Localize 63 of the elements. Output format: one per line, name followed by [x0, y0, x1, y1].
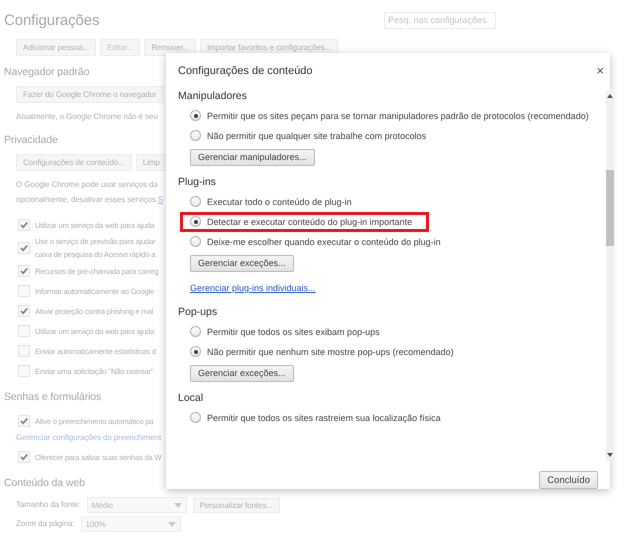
radio-button[interactable] [190, 196, 201, 208]
section-heading: Conteúdo da web [4, 477, 85, 489]
radio-option[interactable]: Permitir que todos os sites exibam pop-ups [190, 324, 380, 339]
section-heading: Senhas e formulários [4, 391, 102, 403]
checkbox[interactable] [18, 365, 30, 377]
section-heading: Local [178, 392, 204, 404]
manage-button[interactable]: Gerenciar manipuladores... [190, 148, 315, 166]
radio-button[interactable] [190, 412, 201, 424]
description-text: O Google Chrome pode usar serviços da opcionalmente, desativar esses serviços. [16, 180, 158, 204]
settings-button[interactable]: Remover... [144, 39, 196, 56]
dialog-title: Configurações de conteúdo [178, 64, 313, 77]
dropdown[interactable]: Médio [86, 497, 187, 513]
done-button[interactable]: Concluído [539, 471, 598, 489]
radio-option[interactable]: Permitir que os sites peçam para se tornar manipuladores padrão de protocolos (recomendado) [190, 108, 589, 123]
radio-option[interactable]: Não permitir que nenhum site mostre pop-ups (recomendado) [190, 344, 454, 359]
checkbox[interactable] [18, 219, 30, 231]
radio-button[interactable] [190, 216, 201, 228]
radio-option[interactable]: Deixe-me escolher quando executar o conteúdo do plug-in [190, 234, 441, 249]
checkbox[interactable] [18, 265, 30, 277]
radio-button[interactable] [190, 110, 201, 122]
radio-button[interactable] [190, 236, 201, 248]
dropdown[interactable]: 100% [80, 516, 181, 532]
section-heading: Pop-ups [178, 306, 218, 318]
checkbox[interactable] [18, 242, 30, 254]
radio-option[interactable]: Não permitir que qualquer site trabalhe com protocolos [190, 128, 426, 143]
radio-option[interactable]: Detectar e executar conteúdo do plug-in importante [190, 214, 412, 229]
radio-button[interactable] [190, 326, 201, 338]
manage-plugins-link[interactable]: Gerenciar plug-ins individuais... [190, 282, 316, 293]
section-heading: Plug-ins [178, 176, 216, 188]
manage-button[interactable]: Gerenciar exceções... [190, 254, 294, 272]
manage-button[interactable]: Gerenciar exceções... [190, 364, 294, 382]
settings-button[interactable]: Personalizar fontes... [192, 498, 280, 512]
settings-button[interactable]: Configurações de conteúdo... [16, 154, 132, 171]
radio-option[interactable]: Executar todo o conteúdo de plug-in [190, 194, 352, 209]
checkbox[interactable] [18, 285, 30, 297]
close-button[interactable]: × [596, 64, 604, 77]
radio-option[interactable]: Permitir que todos os sites rastreiem sua localização física [190, 410, 441, 425]
scrollbar-thumb[interactable] [606, 170, 614, 246]
checkbox[interactable] [18, 451, 30, 463]
settings-button[interactable]: Adicionar pessoa... [16, 39, 96, 56]
checkbox[interactable] [18, 415, 30, 427]
settings-button[interactable]: Fazer do Google Chrome o navegador [16, 86, 164, 103]
scroll-down-icon[interactable] [606, 453, 613, 457]
field-label: Tamanho da fonte: [16, 499, 81, 511]
radio-button[interactable] [190, 130, 201, 142]
search-field[interactable]: Pesq. nas configurações [384, 12, 496, 28]
scroll-up-icon[interactable] [606, 94, 613, 98]
settings-button[interactable]: Limp [136, 154, 167, 171]
section-heading: Manipuladores [178, 90, 247, 102]
radio-button[interactable] [190, 346, 201, 358]
caret-icon [168, 522, 176, 526]
field-label: Zoom da página: [16, 518, 75, 530]
scrollbar[interactable] [606, 90, 614, 461]
checkbox[interactable] [18, 325, 30, 337]
description-text: Atualmente, o Google Chrome não é seu [16, 112, 158, 121]
learn-more-link[interactable]: S [158, 195, 164, 204]
caret-icon [174, 502, 182, 508]
autofill-settings-link[interactable]: Gerenciar configurações do preenchiment [16, 433, 162, 442]
section-heading: Navegador padrão [4, 66, 90, 78]
checkbox[interactable] [18, 345, 30, 357]
page-title: Configurações [4, 12, 100, 28]
section-heading: Privacidade [4, 134, 58, 146]
checkbox[interactable] [18, 305, 30, 317]
